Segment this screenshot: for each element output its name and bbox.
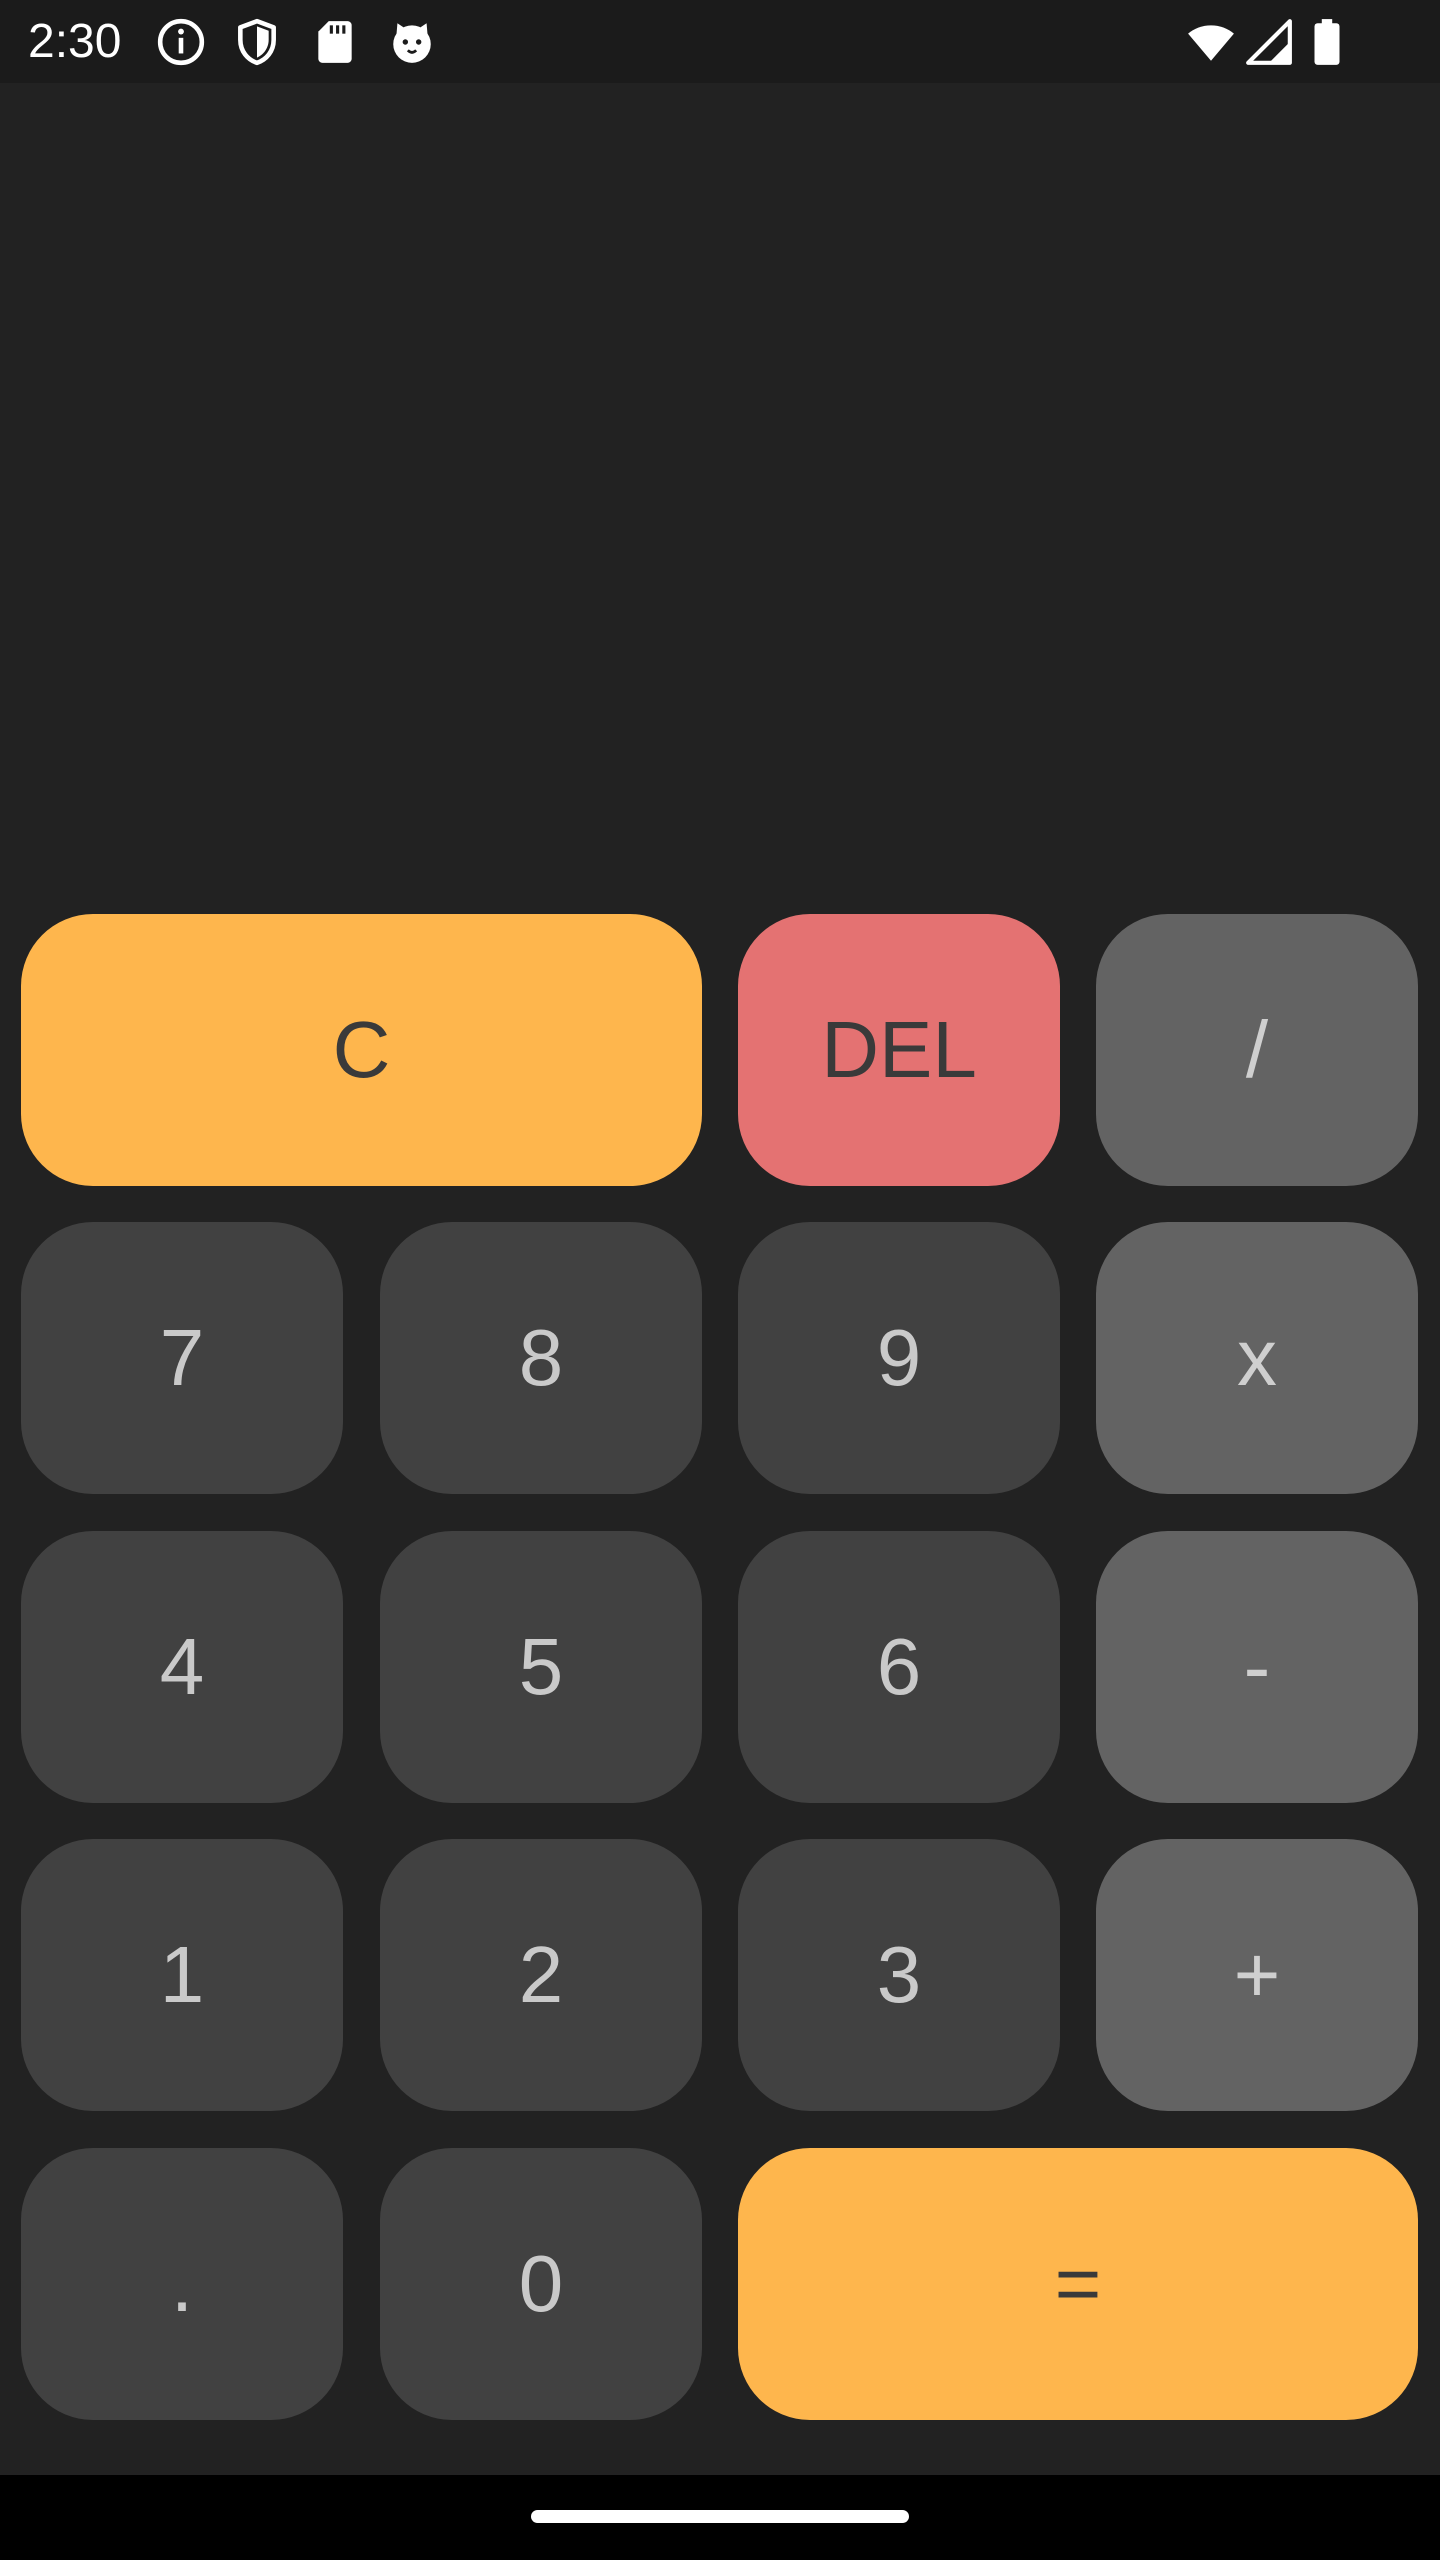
calculator-screen: 2:30 C DEL / 7 8 9 x 4 5 6 - 1 2 3 + . 0… <box>0 0 1440 2560</box>
digit-3-button[interactable]: 3 <box>738 1839 1060 2111</box>
signal-icon <box>1246 19 1292 65</box>
digit-5-button[interactable]: 5 <box>380 1531 702 1803</box>
cat-face-icon <box>393 23 431 63</box>
home-handle[interactable] <box>531 2510 909 2523</box>
digit-2-button[interactable]: 2 <box>380 1839 702 2111</box>
digit-9-button[interactable]: 9 <box>738 1222 1060 1494</box>
calculator-display <box>0 83 1440 913</box>
divide-button[interactable]: / <box>1096 914 1418 1186</box>
digit-1-button[interactable]: 1 <box>21 1839 343 2111</box>
multiply-button[interactable]: x <box>1096 1222 1418 1494</box>
digit-4-button[interactable]: 4 <box>21 1531 343 1803</box>
digit-7-button[interactable]: 7 <box>21 1222 343 1494</box>
digit-6-button[interactable]: 6 <box>738 1531 1060 1803</box>
status-bar: 2:30 <box>0 0 1440 83</box>
battery-icon <box>1314 19 1340 65</box>
delete-button[interactable]: DEL <box>738 914 1060 1186</box>
info-icon <box>157 18 205 66</box>
digit-8-button[interactable]: 8 <box>380 1222 702 1494</box>
add-button[interactable]: + <box>1096 1839 1418 2111</box>
equals-button[interactable]: = <box>738 2148 1418 2420</box>
status-time: 2:30 <box>28 15 122 68</box>
subtract-button[interactable]: - <box>1096 1531 1418 1803</box>
wifi-icon <box>1188 25 1234 61</box>
digit-0-button[interactable]: 0 <box>380 2148 702 2420</box>
clear-button[interactable]: C <box>21 914 702 1186</box>
decimal-button[interactable]: . <box>21 2148 343 2420</box>
shield-icon <box>238 18 276 66</box>
sd-card-icon <box>318 21 352 63</box>
